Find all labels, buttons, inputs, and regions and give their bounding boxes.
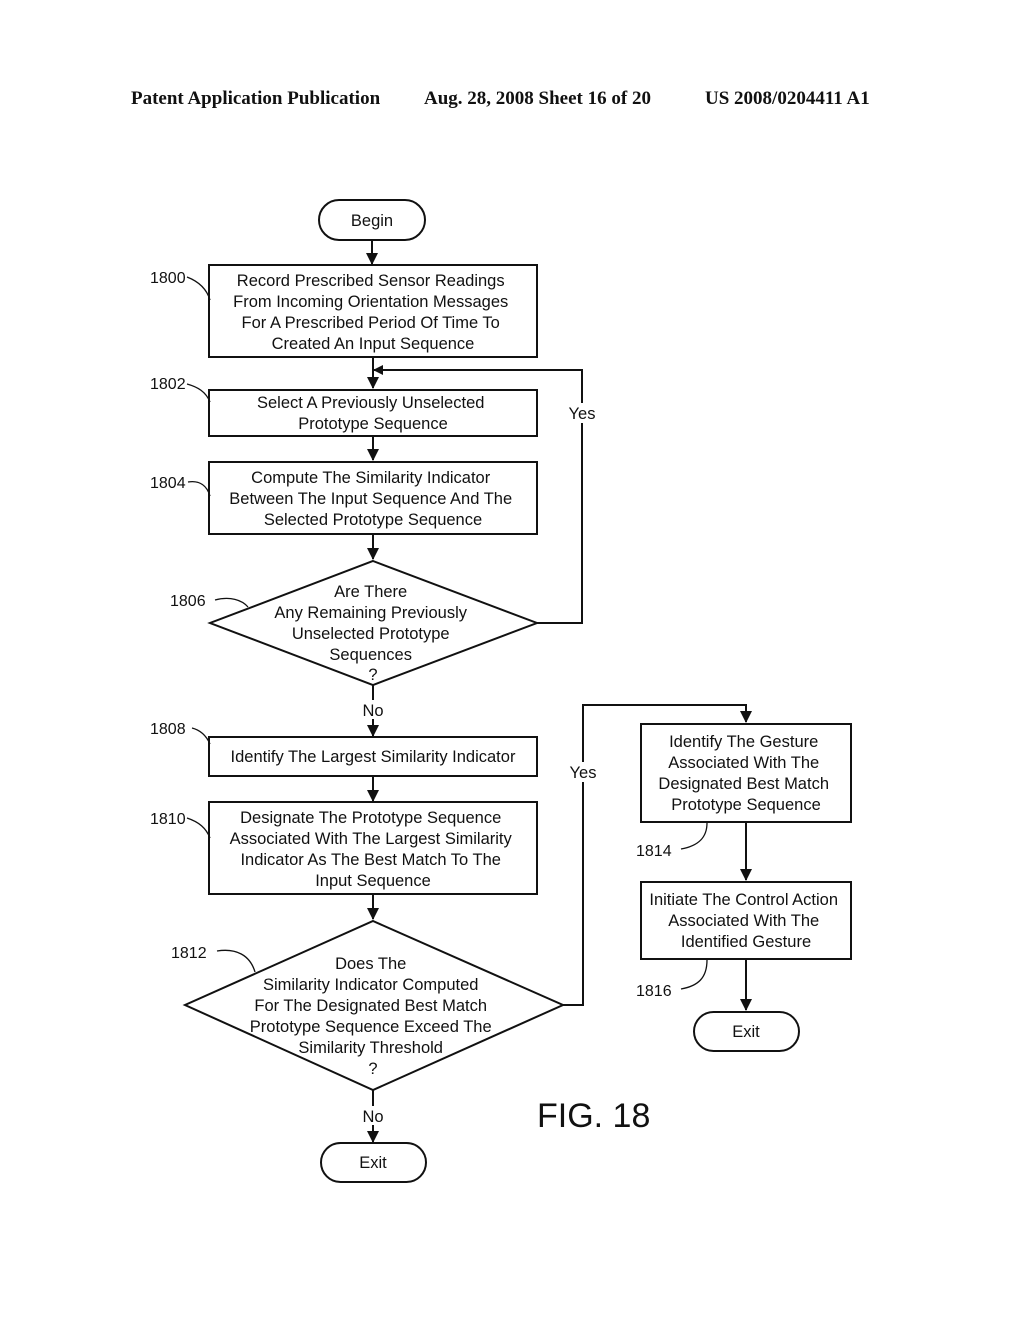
ref-1810: 1810 bbox=[150, 811, 186, 828]
label-1812-yes: Yes bbox=[570, 764, 597, 782]
exit-terminal-main: Exit bbox=[320, 1142, 427, 1183]
label-1806-no: No bbox=[362, 702, 383, 720]
leader-1812 bbox=[216, 949, 256, 973]
ref-1812: 1812 bbox=[171, 945, 207, 962]
begin-label: Begin bbox=[351, 212, 393, 230]
ref-1802: 1802 bbox=[150, 376, 186, 393]
label-1812-no: No bbox=[362, 1108, 383, 1126]
step-1808-text: Identify The Largest Similarity Indicato… bbox=[231, 748, 516, 766]
flowchart: Begin Record Prescribed Sensor Readings … bbox=[150, 199, 852, 1183]
leader-1804 bbox=[187, 480, 211, 497]
ref-1804: 1804 bbox=[150, 475, 186, 492]
leader-1806 bbox=[214, 597, 249, 608]
figure-label: FIG. 18 bbox=[537, 1097, 650, 1135]
step-1802: Select A Previously Unselected Prototype… bbox=[150, 376, 538, 437]
step-1814: Identify The Gesture Associated With The… bbox=[636, 723, 852, 860]
begin-terminal: Begin bbox=[318, 199, 426, 241]
decision-1806: Are There Any Remaining Previously Unsel… bbox=[170, 559, 540, 687]
decision-1812: Does The Similarity Indicator Computed F… bbox=[171, 919, 566, 1092]
step-1810: Designate The Prototype Sequence Associa… bbox=[150, 801, 538, 895]
step-1808: Identify The Largest Similarity Indicato… bbox=[150, 721, 538, 777]
step-1804: Compute The Similarity Indicator Between… bbox=[150, 461, 538, 535]
step-1804-text: Compute The Similarity Indicator Between… bbox=[229, 469, 516, 529]
exit-terminal-right: Exit bbox=[693, 1011, 800, 1052]
leader-1802 bbox=[186, 383, 211, 403]
ref-1806: 1806 bbox=[170, 593, 206, 610]
step-1816: Initiate The Control Action Associated W… bbox=[636, 881, 852, 1000]
exit-main-label: Exit bbox=[359, 1154, 387, 1172]
ref-1808: 1808 bbox=[150, 721, 186, 738]
leader-1800 bbox=[186, 276, 211, 301]
label-1806-yes: Yes bbox=[569, 405, 596, 423]
exit-right-label: Exit bbox=[732, 1023, 760, 1041]
ref-1800: 1800 bbox=[150, 270, 186, 287]
ref-1816: 1816 bbox=[636, 983, 672, 1000]
step-1800: Record Prescribed Sensor Readings From I… bbox=[150, 264, 538, 358]
leader-1814 bbox=[680, 822, 708, 850]
leader-1808 bbox=[191, 727, 211, 745]
leader-1810 bbox=[186, 817, 211, 839]
ref-1814: 1814 bbox=[636, 843, 672, 860]
leader-1816 bbox=[680, 959, 708, 990]
